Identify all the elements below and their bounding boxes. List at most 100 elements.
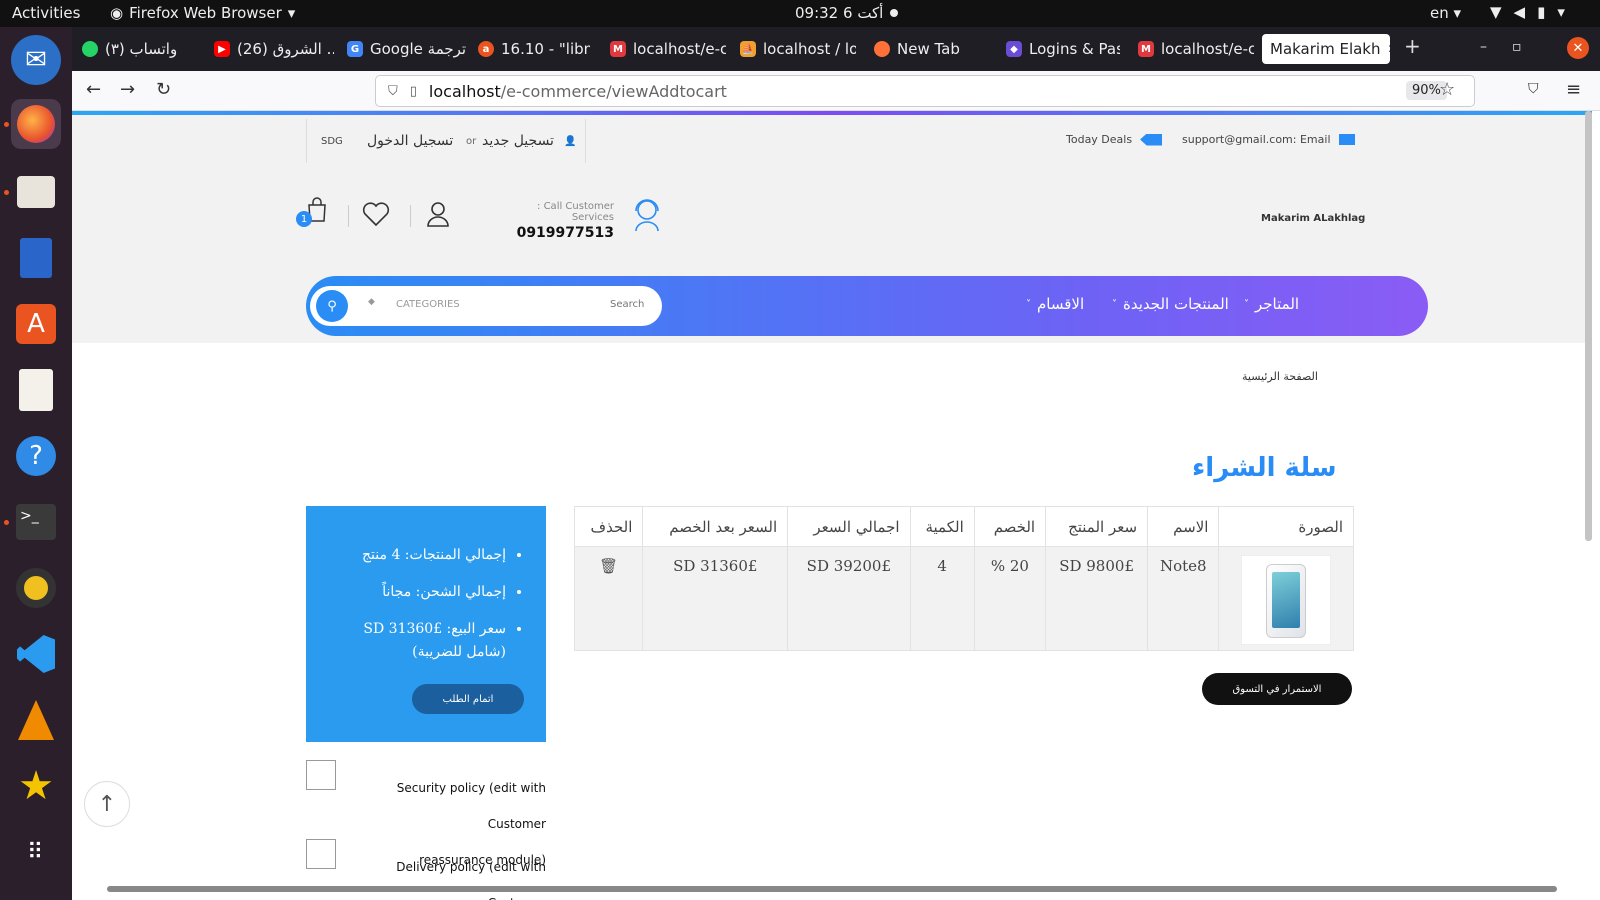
tab-localhost-ecommerce[interactable]: Mlocalhost/e-co — [610, 34, 726, 64]
app-menu[interactable]: ◉ Firefox Web Browser ▾ — [110, 4, 295, 22]
tag-icon — [1140, 133, 1163, 146]
menu-label: المتاجر — [1255, 295, 1300, 313]
back-arrow-icon[interactable]: ← — [86, 79, 101, 100]
chevron-down-icon: ˅ — [1026, 298, 1031, 310]
notification-dot — [890, 9, 898, 17]
os-top-bar: Activities ◉ Firefox Web Browser ▾ 09:32… — [0, 0, 1600, 27]
delete-cell: 🗑 — [573, 546, 644, 651]
forward-arrow-icon[interactable]: → — [120, 79, 135, 100]
askubuntu-icon: a — [478, 41, 494, 57]
tab-localhost-ecommerce-2[interactable]: Mlocalhost/e-co — [1138, 34, 1254, 64]
tab-label: localhost / loc — [763, 40, 856, 58]
register-link[interactable]: تسجيل جديد — [482, 133, 554, 149]
checkout-button[interactable]: اتمام الطلب — [412, 684, 524, 714]
pocket-icon[interactable]: ⛉ — [1528, 81, 1539, 97]
category-select[interactable]: CATEGORIES — [396, 299, 460, 310]
close-window-icon[interactable]: ✕ — [1567, 37, 1589, 59]
product-price: £SD 9800 — [1045, 546, 1149, 651]
document-viewer-icon[interactable] — [11, 365, 61, 415]
language-label: en — [1430, 4, 1449, 22]
login-link[interactable]: تسجيل الدخول — [367, 133, 453, 149]
menu-sections[interactable]: ˅ الاقسام — [1026, 295, 1084, 313]
close-tab-icon[interactable]: ✕ — [1388, 42, 1391, 56]
customer-service: : Call Customer Services 0919977513 — [494, 201, 614, 241]
tab-active-makarim[interactable]: Makarim Elakh ✕ — [1262, 34, 1390, 64]
cart-button[interactable]: 1 — [296, 197, 328, 227]
tab-askubuntu[interactable]: a 16.10 - "libmt — [478, 34, 590, 64]
dock: ✉ A ? >_ ★ ⠿ — [0, 27, 72, 900]
hamburger-menu-icon[interactable]: ≡ — [1566, 79, 1581, 100]
delivery-policy-line1: Delivery policy (edit with Customer — [396, 860, 546, 900]
tab-logins-passwords[interactable]: ◆ Logins & Pass — [1006, 34, 1120, 64]
tab-whatsapp[interactable]: واتساب (٣) — [82, 34, 192, 64]
broken-image-icon — [306, 839, 336, 869]
tab-label: Logins & Pass — [1029, 40, 1120, 58]
search-icon[interactable]: ⚲ — [316, 290, 348, 322]
google-translate-icon: G — [347, 41, 363, 57]
menu-new-products[interactable]: ˅ المنتجات الجديدة — [1112, 295, 1229, 313]
call-number[interactable]: 0919977513 — [494, 225, 614, 241]
vertical-scrollbar[interactable] — [1585, 111, 1592, 541]
reload-icon[interactable]: ↻ — [156, 79, 171, 100]
product-phone-image[interactable] — [1241, 555, 1332, 645]
menu-label: الاقسام — [1037, 295, 1085, 313]
language-indicator[interactable]: en ▾ — [1430, 4, 1461, 22]
tab-new-tab[interactable]: New Tab — [874, 34, 984, 64]
currency-selector[interactable]: SDG — [321, 136, 343, 147]
vlc-icon[interactable] — [11, 695, 61, 745]
firefox-small-icon: ◉ — [110, 4, 124, 22]
cart-table: الصورة الاسم سعر المنتج الخصم الكمية اجم… — [573, 506, 1354, 651]
url-bar[interactable]: ⛉ ▯ localhost/e-commerce/viewAddtocart 9… — [375, 75, 1475, 107]
search-input[interactable] — [610, 299, 650, 310]
wifi-icon: ▼ — [1490, 3, 1502, 21]
software-center-icon[interactable]: A — [11, 299, 61, 349]
menu-stores[interactable]: ˅ المتاجر — [1244, 295, 1299, 313]
shield-icon[interactable]: ⛉ — [388, 84, 398, 99]
terminal-icon[interactable]: >_ — [11, 497, 61, 547]
site-m-icon: M — [610, 41, 626, 57]
tab-label: (26) الشروق ... — [237, 40, 334, 58]
starred-app-icon[interactable]: ★ — [11, 761, 61, 811]
tab-google-translate[interactable]: G Google ترجمة — [347, 34, 467, 64]
new-tab-button[interactable]: + — [1404, 34, 1421, 58]
arrow-up-icon: ↑ — [97, 791, 117, 817]
breadcrumb-home[interactable]: الصفحة الرئيسية — [1242, 370, 1318, 383]
continue-shopping-button[interactable]: الاستمرار في التسوق — [1202, 673, 1352, 705]
bookmark-star-icon[interactable]: ☆ — [1439, 79, 1455, 100]
clock[interactable]: 09:32 6 أكت — [795, 4, 883, 22]
column-header: السعر بعد الخصم — [642, 506, 789, 547]
page-icon: ▯ — [409, 83, 417, 99]
help-icon[interactable]: ? — [11, 431, 61, 481]
account-user-icon[interactable] — [426, 201, 450, 231]
thunderbird-icon[interactable]: ✉ — [11, 35, 61, 85]
app-name-label: Firefox Web Browser — [129, 4, 282, 22]
today-deals-label: Today Deals — [1066, 133, 1133, 146]
today-deals-link[interactable]: Today Deals — [1066, 133, 1163, 146]
security-policy-line1: Security policy (edit with Customer — [396, 781, 546, 831]
system-tray[interactable]: ▼ ◀ ▮ ▾ — [1490, 3, 1565, 21]
email-contact[interactable]: support@gmail.com: Email — [1182, 133, 1355, 146]
main-menu-bar: ⚲ ◆ CATEGORIES ˅ الاقسام ˅ المنتجات الجديد… — [306, 276, 1428, 336]
wishlist-heart-icon[interactable] — [362, 201, 390, 231]
activities-button[interactable]: Activities — [12, 4, 80, 22]
browser-nav-bar: ← → ↻ ⛉ ▯ localhost/e-commerce/viewAddto… — [72, 71, 1600, 111]
back-to-top-button[interactable]: ↑ — [84, 781, 130, 827]
vscode-icon[interactable] — [11, 629, 61, 679]
show-applications-icon[interactable]: ⠿ — [11, 827, 61, 877]
minimize-window-icon[interactable]: – — [1480, 39, 1487, 55]
header-top-strip: SDG تسجيل الدخول or تسجيل جديد 👤 Today D… — [306, 119, 1428, 163]
maximize-window-icon[interactable]: ▫ — [1512, 39, 1522, 55]
site-m-icon: M — [1138, 41, 1154, 57]
tab-youtube[interactable]: ▶ (26) الشروق ... — [214, 34, 334, 64]
tab-phpmyadmin[interactable]: ⛵ localhost / loc — [740, 34, 856, 64]
firefox-icon[interactable] — [11, 99, 61, 149]
shop-logo-text[interactable]: Makarim ALakhlag — [1261, 213, 1365, 224]
cart-count-badge: 1 — [296, 211, 312, 227]
files-icon[interactable] — [11, 167, 61, 217]
rhythmbox-icon[interactable] — [11, 563, 61, 613]
tab-label: 16.10 - "libmt — [501, 40, 590, 58]
horizontal-scrollbar[interactable] — [107, 886, 1557, 892]
or-label: or — [466, 135, 477, 147]
trash-icon[interactable]: 🗑 — [599, 557, 618, 575]
libreoffice-writer-icon[interactable] — [11, 233, 61, 283]
